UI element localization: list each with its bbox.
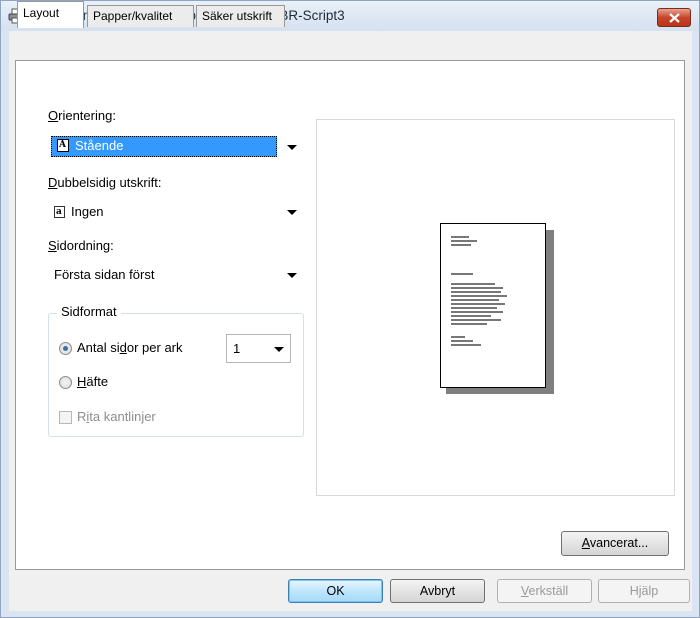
text-line xyxy=(451,240,477,242)
dialog-window: Utskriftsinställningar för Brother HL- x… xyxy=(0,0,700,618)
pages-per-sheet-radio[interactable] xyxy=(59,342,72,355)
text-line xyxy=(451,340,473,342)
help-button[interactable]: Hjälp xyxy=(598,579,690,603)
pages-per-sheet-dropdown[interactable]: 1 xyxy=(226,334,291,363)
chevron-down-icon xyxy=(287,145,297,150)
text-line xyxy=(451,273,473,275)
tab-secure-print[interactable]: Säker utskrift xyxy=(196,5,285,27)
page-order-dropdown[interactable]: Första sidan först xyxy=(48,261,304,288)
cancel-button[interactable]: Avbryt xyxy=(390,579,485,603)
orientation-dropdown[interactable]: A Stående xyxy=(48,133,304,160)
booklet-radio[interactable] xyxy=(59,376,72,389)
portrait-icon: A xyxy=(57,139,69,152)
page-order-label: Sidordning: xyxy=(48,238,114,253)
pages-per-sheet-label: Antal sidor per ark xyxy=(77,340,183,355)
apply-button[interactable]: Verkställ xyxy=(497,579,592,603)
pages-per-sheet-value: 1 xyxy=(233,341,241,356)
page-order-value: Första sidan först xyxy=(54,267,155,282)
text-line xyxy=(451,319,501,321)
duplex-value: Ingen xyxy=(71,204,104,219)
text-line xyxy=(451,303,505,305)
text-line xyxy=(451,344,481,346)
chevron-down-icon xyxy=(274,347,284,352)
text-line xyxy=(451,236,469,238)
text-line xyxy=(451,336,465,338)
duplex-label: Dubbelsidig utskrift: xyxy=(48,175,162,190)
orientation-value: Stående xyxy=(75,138,124,153)
text-line xyxy=(451,295,507,297)
draw-borders-label: Rita kantlinjer xyxy=(77,409,156,424)
tab-paper-quality[interactable]: Papper/kvalitet xyxy=(87,5,194,27)
page-preview xyxy=(440,223,546,388)
duplex-dropdown[interactable]: a Ingen xyxy=(48,198,304,225)
text-line xyxy=(451,311,503,313)
text-line xyxy=(451,299,499,301)
text-line xyxy=(451,244,471,246)
page-format-group-label: Sidformat xyxy=(57,304,121,319)
text-line xyxy=(451,291,501,293)
close-button[interactable] xyxy=(657,8,691,27)
text-line xyxy=(451,283,495,285)
chevron-down-icon xyxy=(287,210,297,215)
text-line xyxy=(451,315,491,317)
text-line xyxy=(451,287,503,289)
booklet-label: Häfte xyxy=(77,374,109,389)
duplex-value-wrap: a Ingen xyxy=(54,204,104,219)
orientation-value-wrap: A Stående xyxy=(57,138,123,153)
ok-button[interactable]: OK xyxy=(288,579,383,603)
chevron-down-icon xyxy=(287,273,297,278)
orientation-label: Orientering: xyxy=(48,108,116,123)
tab-layout[interactable]: Layout xyxy=(17,1,84,28)
close-icon xyxy=(669,13,680,23)
text-line xyxy=(451,307,497,309)
text-line xyxy=(451,323,487,325)
document-icon: a xyxy=(54,206,65,218)
advanced-button[interactable]: Avancerat... xyxy=(561,531,669,556)
draw-borders-checkbox[interactable] xyxy=(59,411,72,424)
